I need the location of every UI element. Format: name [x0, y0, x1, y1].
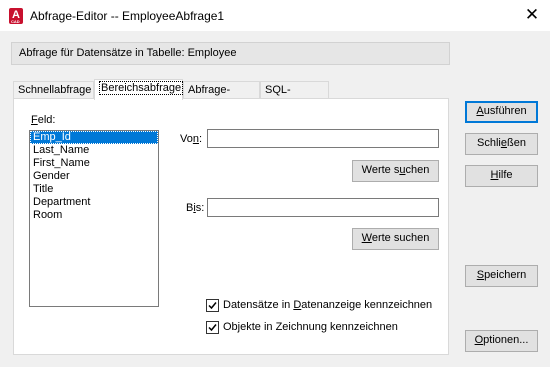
- tab-bereichsabfrage[interactable]: Bereichsabfrage: [94, 79, 184, 100]
- list-item[interactable]: First_Name: [30, 157, 158, 170]
- autocad-app-icon: A CAD: [9, 8, 23, 24]
- window-title: Abfrage-Editor -- EmployeeAbfrage1: [30, 9, 225, 23]
- save-button[interactable]: Speichern: [465, 265, 538, 287]
- tab-label: Schnellabfrage: [18, 84, 92, 96]
- list-item[interactable]: Title: [30, 183, 158, 196]
- tab-label: Bereichsabfrage: [99, 81, 184, 95]
- list-item[interactable]: Gender: [30, 170, 158, 183]
- bis-input[interactable]: [207, 198, 439, 217]
- von-input[interactable]: [207, 129, 439, 148]
- list-item[interactable]: Department: [30, 196, 158, 209]
- app-icon-sub: CAD: [11, 19, 20, 24]
- bis-search-button[interactable]: Werte suchen: [352, 228, 439, 250]
- field-label: Feld:: [31, 114, 56, 126]
- von-search-button[interactable]: Werte suchen: [352, 160, 439, 182]
- bis-label: Bis:: [186, 202, 205, 214]
- table-info-bar: Abfrage für Datensätze in Tabelle: Emplo…: [11, 42, 450, 65]
- mark-objects-checkbox[interactable]: [206, 321, 219, 334]
- field-listbox[interactable]: Emp_Id Last_Name First_Name Gender Title…: [29, 130, 159, 307]
- mark-objects-label[interactable]: Objekte in Zeichnung kennzeichnen: [223, 321, 398, 333]
- list-item[interactable]: Emp_Id: [30, 131, 158, 144]
- list-item[interactable]: Last_Name: [30, 144, 158, 157]
- tab-sql-abfrage[interactable]: SQL-Abfrage: [260, 81, 329, 112]
- execute-button[interactable]: Ausführen: [465, 101, 538, 123]
- checkmark-icon: [208, 324, 217, 332]
- close-icon[interactable]: ✕: [520, 4, 544, 26]
- list-item[interactable]: Room: [30, 209, 158, 222]
- mark-records-checkbox[interactable]: [206, 299, 219, 312]
- von-label: Von:: [180, 133, 203, 145]
- options-button[interactable]: Optionen...: [465, 330, 538, 352]
- tab-schnellabfrage[interactable]: Schnellabfrage: [13, 81, 94, 99]
- title-bar: A CAD Abfrage-Editor -- EmployeeAbfrage1…: [0, 0, 550, 31]
- help-button[interactable]: Hilfe: [465, 165, 538, 187]
- tab-abfrage-editor[interactable]: Abfrage-Editor: [183, 81, 260, 112]
- close-button[interactable]: Schließen: [465, 133, 538, 155]
- mark-records-label[interactable]: Datensätze in Datenanzeige kennzeichnen: [223, 299, 432, 311]
- checkmark-icon: [208, 302, 217, 310]
- query-editor-window: A CAD Abfrage-Editor -- EmployeeAbfrage1…: [0, 0, 550, 367]
- table-info-text: Abfrage für Datensätze in Tabelle: Emplo…: [19, 47, 237, 59]
